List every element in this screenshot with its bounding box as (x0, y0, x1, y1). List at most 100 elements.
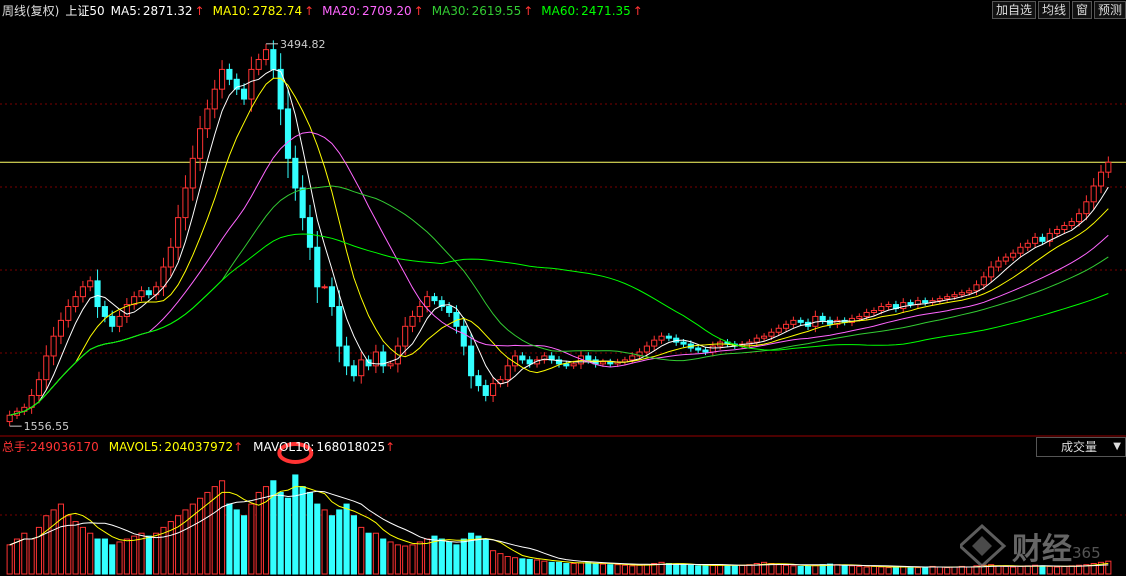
candle-body (878, 306, 885, 311)
candle-body (299, 187, 306, 219)
volume-bar (885, 567, 892, 575)
candle-body (980, 276, 987, 286)
candle-body (1075, 213, 1083, 223)
volume-bar (497, 553, 504, 575)
candle-body (1105, 161, 1112, 173)
candle-body (856, 315, 863, 319)
volume-bar (929, 565, 936, 575)
candle-body (336, 306, 343, 347)
candle-body (900, 302, 907, 310)
volume-average-lines (9, 486, 1109, 568)
candle-body (1002, 256, 1009, 262)
candle-body (944, 296, 951, 300)
candle-body (270, 49, 277, 70)
candle-body (475, 375, 482, 387)
candle-body (936, 298, 943, 302)
candle-body (6, 414, 13, 423)
ma-legend-value: 2782.74 (252, 4, 303, 18)
window-button[interactable]: 窗 (1071, 1, 1092, 19)
ma-settings-button[interactable]: 均线 (1037, 1, 1070, 19)
candle-body (226, 68, 233, 80)
volume-bar (863, 566, 870, 575)
candle-body (211, 88, 218, 110)
volume-bar (35, 526, 43, 575)
mavol5-label: MAVOL5: (108, 440, 163, 454)
forecast-button[interactable]: 预测 (1093, 1, 1126, 19)
volume-bar (687, 564, 694, 575)
volume-bar (856, 565, 863, 575)
volume-bar (504, 556, 511, 575)
kline-chart[interactable]: 3494.82 1556.55 (0, 0, 1126, 576)
volume-bar (636, 564, 643, 575)
volume-bar (782, 564, 790, 575)
candle-body (585, 355, 592, 361)
candle-body (680, 341, 687, 345)
candle-body (988, 266, 995, 278)
candle-body (416, 306, 423, 317)
annotation-label: 1556.55 (24, 420, 70, 433)
mavol5-value: 204037972 (164, 440, 234, 454)
watermark-logo: 财经 365 (957, 520, 1101, 570)
candle-body (101, 306, 108, 317)
ma-legend-label: MA5: (110, 4, 141, 18)
candle-body (79, 286, 86, 298)
volume-bar (848, 565, 856, 575)
add-favorite-button[interactable]: 加自选 (991, 1, 1036, 19)
candle-body (387, 363, 394, 367)
volume-bar (358, 526, 365, 575)
volume-bar (438, 538, 445, 575)
volume-bar (731, 565, 738, 575)
candle-body (973, 284, 980, 292)
volume-bar (570, 563, 577, 575)
total-volume-label: 总手: (2, 440, 31, 454)
candle-body (350, 365, 357, 377)
price-header: 周线(复权) 上证50 MA5: 2871.32 ↑ MA10: 2782.74 ↑ MA2… (0, 2, 657, 20)
volume-bar (50, 509, 57, 575)
volume-bar (372, 532, 379, 575)
candle-body (1090, 185, 1097, 203)
volume-bar (724, 564, 731, 575)
candle-body (1097, 171, 1105, 187)
candle-body (460, 325, 467, 347)
candle-body (182, 187, 189, 219)
candle-body (255, 59, 262, 70)
ma-legend-value: 2619.55 (471, 4, 522, 18)
volume-bar (790, 565, 797, 575)
volume-bar (424, 538, 431, 575)
candle-body (116, 315, 123, 327)
volume-bar (343, 503, 350, 575)
volume-bar (870, 565, 878, 575)
volume-bar (43, 515, 50, 575)
volume-bar (453, 544, 460, 575)
candle-body (1010, 252, 1017, 258)
mavol10-label: MAVOL10: (253, 440, 315, 454)
up-arrow-icon: ↑ (233, 440, 244, 454)
candle-body (863, 311, 870, 317)
volume-bar (804, 565, 812, 575)
volume-bar (153, 532, 160, 575)
candle-body (65, 306, 72, 321)
candle-body (761, 335, 768, 339)
volume-bar (475, 535, 482, 575)
ma-line (9, 131, 1109, 416)
toolbar: 加自选 均线 窗 预测 (990, 1, 1126, 19)
indicator-selector[interactable]: 成交量 ▼ (1036, 437, 1126, 457)
candle-body (240, 88, 248, 100)
volume-bars (6, 474, 1112, 575)
ma-legend-value: 2471.35 (581, 4, 631, 18)
candle-body (431, 296, 438, 302)
candle-body (1054, 228, 1061, 234)
volume-bar (739, 564, 746, 575)
up-arrow-icon: ↑ (632, 4, 643, 18)
candle-body (782, 323, 790, 329)
candle-body (482, 385, 489, 396)
volume-bar (87, 532, 94, 575)
volume-bar (299, 486, 306, 575)
candle-body (599, 361, 607, 365)
volume-bar (717, 564, 724, 575)
candle-body (922, 300, 929, 304)
up-arrow-icon: ↑ (385, 440, 396, 454)
mavol5-line (9, 486, 1109, 568)
volume-bar (65, 515, 72, 575)
candle-body (958, 292, 965, 296)
